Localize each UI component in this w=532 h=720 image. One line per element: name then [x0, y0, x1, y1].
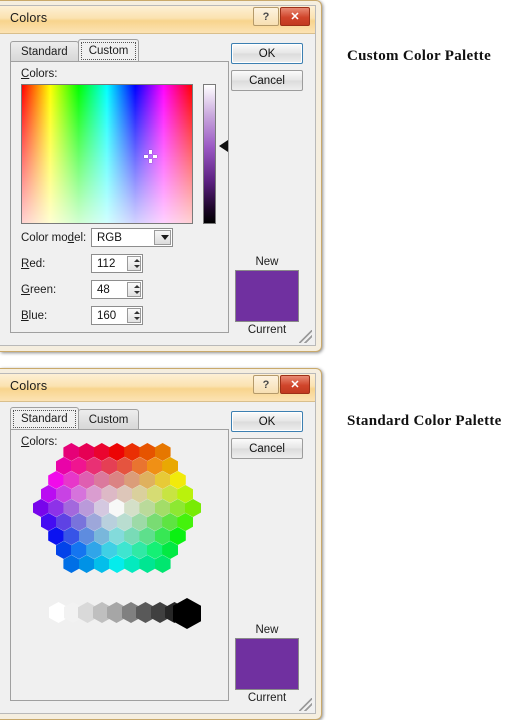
- ok-button[interactable]: OK: [231, 43, 303, 64]
- green-value: 48: [97, 283, 110, 296]
- annotation-custom-palette: Custom Color Palette: [347, 48, 492, 64]
- blue-label: Blue:: [21, 310, 48, 322]
- tab-custom-label: Custom: [88, 413, 129, 426]
- ok-button-label: OK: [258, 47, 276, 60]
- current-color-label: Current: [247, 692, 287, 704]
- red-input[interactable]: 112: [91, 254, 143, 273]
- red-stepper[interactable]: [127, 256, 141, 271]
- chevron-down-icon[interactable]: [154, 230, 171, 245]
- tab-focus-outline: [80, 42, 137, 60]
- standard-dialog-tabstrip: Standard Custom: [10, 407, 140, 429]
- colors-label: Colors:: [21, 436, 58, 448]
- standard-colors-dialog: Colors ? ✕ Standard Custom Colors: OK Ca…: [0, 368, 322, 720]
- ok-button[interactable]: OK: [231, 411, 303, 432]
- cancel-button[interactable]: Cancel: [231, 70, 303, 91]
- luminance-slider-thumb-icon[interactable]: [219, 140, 228, 152]
- red-value: 112: [97, 257, 116, 270]
- current-color-label: Current: [247, 324, 287, 336]
- blue-input[interactable]: 160: [91, 306, 143, 325]
- new-color-label: New: [255, 256, 279, 268]
- green-label: Green:: [21, 284, 57, 296]
- standard-dialog-body: Standard Custom Colors: OK Cancel New Cu…: [0, 402, 315, 713]
- cancel-button-label: Cancel: [249, 74, 285, 87]
- green-input[interactable]: 48: [91, 280, 143, 299]
- color-model-select[interactable]: RGB: [91, 228, 173, 247]
- new-color-label: New: [255, 624, 279, 636]
- color-preview: New Current: [231, 256, 303, 336]
- ok-button-label: OK: [258, 415, 276, 428]
- cancel-button[interactable]: Cancel: [231, 438, 303, 459]
- hue-saturation-picker[interactable]: [21, 84, 193, 224]
- blue-stepper[interactable]: [127, 308, 141, 323]
- close-icon[interactable]: ✕: [280, 7, 310, 26]
- custom-tab-page: Colors: Color model: RGB Red: 112 Green:…: [10, 61, 229, 333]
- red-label: Red:: [21, 258, 46, 270]
- custom-dialog-body: Standard Custom Colors: Color model: RGB…: [0, 34, 315, 345]
- picker-crosshair-icon[interactable]: [144, 150, 157, 163]
- color-model-value: RGB: [97, 231, 122, 244]
- tab-standard-label: Standard: [21, 45, 68, 58]
- new-color-swatch: [235, 638, 299, 690]
- custom-dialog-title: Colors: [10, 11, 48, 25]
- custom-dialog-titlebar[interactable]: Colors ? ✕: [0, 6, 315, 34]
- tab-custom[interactable]: Custom: [77, 39, 140, 61]
- help-icon[interactable]: ?: [253, 7, 279, 26]
- close-icon[interactable]: ✕: [280, 375, 310, 394]
- new-color-swatch: [235, 270, 299, 322]
- standard-dialog-titlebar[interactable]: Colors ? ✕: [0, 374, 315, 402]
- annotation-standard-palette: Standard Color Palette: [347, 413, 502, 429]
- colors-label-rest: olors:: [29, 68, 58, 80]
- custom-dialog-inner: Colors ? ✕ Standard Custom Colors: Color…: [0, 5, 316, 346]
- tab-focus-outline: [13, 410, 76, 428]
- resize-grip-icon[interactable]: [299, 330, 312, 343]
- custom-colors-dialog: Colors ? ✕ Standard Custom Colors: Color…: [0, 0, 322, 352]
- tab-custom[interactable]: Custom: [77, 409, 140, 429]
- standard-titlebar-buttons: ? ✕: [253, 375, 310, 394]
- tab-standard[interactable]: Standard: [10, 41, 79, 61]
- hue-saturation-picker-wrap: [21, 84, 193, 224]
- custom-dialog-tabstrip: Standard Custom: [10, 39, 140, 61]
- standard-dialog-inner: Colors ? ✕ Standard Custom Colors: OK Ca…: [0, 373, 316, 714]
- color-preview: New Current: [231, 624, 303, 704]
- luminance-slider[interactable]: [203, 84, 216, 224]
- cancel-button-label: Cancel: [249, 442, 285, 455]
- custom-titlebar-buttons: ? ✕: [253, 7, 310, 26]
- standard-tab-page: Colors:: [10, 429, 229, 701]
- tab-standard[interactable]: Standard: [10, 407, 79, 429]
- resize-grip-icon[interactable]: [299, 698, 312, 711]
- standard-dialog-title: Colors: [10, 379, 48, 393]
- green-stepper[interactable]: [127, 282, 141, 297]
- color-model-label: Color model:: [21, 232, 87, 244]
- saturation-overlay: [22, 85, 192, 223]
- help-icon[interactable]: ?: [253, 375, 279, 394]
- colors-label: Colors:: [21, 68, 58, 80]
- blue-value: 160: [97, 309, 117, 322]
